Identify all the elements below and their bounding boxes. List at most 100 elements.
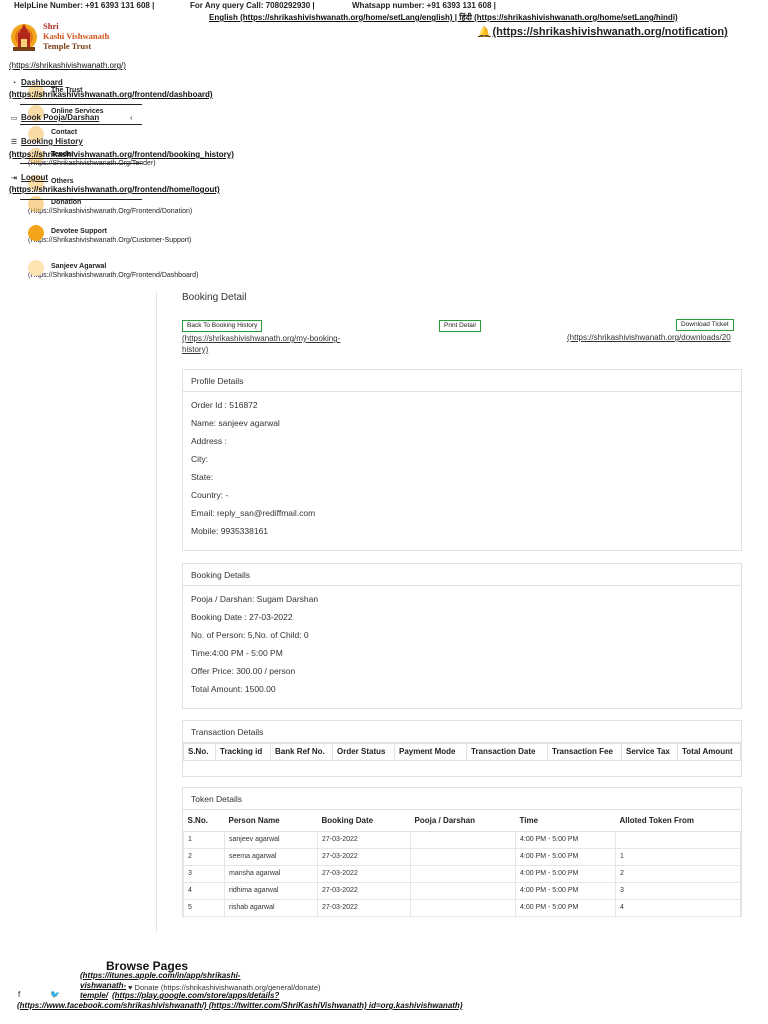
booking-row: Time:4:00 PM - 5:00 PM <box>191 648 283 658</box>
booking-row: Offer Price: 300.00 / person <box>191 666 296 676</box>
nav-donation[interactable]: Donation (Https://Shrikashivishwanath.Or… <box>28 196 192 216</box>
itunes-link[interactable]: (https://itunes.apple.com/in/app/shrikas… <box>80 971 240 980</box>
profile-row: Address : <box>191 436 227 446</box>
profile-row: Name: sanjeev agarwal <box>191 418 280 428</box>
temple-link[interactable]: temple/ <box>80 991 108 1000</box>
support-icon <box>28 225 44 241</box>
col-service-tax: Service Tax <box>621 743 678 761</box>
download-ticket-button[interactable]: Download Ticket <box>676 319 734 331</box>
col-booking-date: Booking Date <box>317 810 411 832</box>
booking-row: Pooja / Darshan: Sugam Darshan <box>191 594 319 604</box>
facebook-icon[interactable]: f <box>18 990 20 999</box>
col-sno: S.No. <box>183 810 225 832</box>
logo-line-1: Shri <box>43 21 59 31</box>
table-row: 5 rishab agarwal 27-03-2022 4:00 PM - 5:… <box>183 898 741 917</box>
nav-book-pooja[interactable]: ▭ Book Pooja/Darshan <box>9 113 100 124</box>
booking-row: No. of Person: 5,No. of Child: 0 <box>191 630 309 640</box>
cell-person-name: rishab agarwal <box>224 898 318 917</box>
cell-booking-date: 27-03-2022 <box>317 864 411 883</box>
cell-token: 1 <box>615 847 741 866</box>
cell-pooja <box>410 847 516 866</box>
cell-booking-date: 27-03-2022 <box>317 830 411 849</box>
table-row: 4 ridhima agarwal 27-03-2022 4:00 PM - 5… <box>183 881 741 900</box>
social-links[interactable]: (https://www.facebook.com/shrikashivishw… <box>17 1001 462 1010</box>
cell-pooja <box>410 881 516 900</box>
col-person-name: Person Name <box>224 810 318 832</box>
logout-url[interactable]: (https://shrikashivishwanath.org/fronten… <box>9 185 220 195</box>
itunes-link-cont[interactable]: vishwanath- <box>80 981 126 990</box>
dashboard-url[interactable]: (https://shrikashivishwanath.org/fronten… <box>9 90 213 100</box>
col-transaction-date: Transaction Date <box>466 743 548 761</box>
profile-details-heading: Profile Details <box>183 370 741 392</box>
cell-person-name: seema agarwal <box>224 847 318 866</box>
print-detail-button[interactable]: Print Detail <box>439 320 481 332</box>
monitor-icon: ▭ <box>10 115 18 122</box>
page-title: Booking Detail <box>182 292 247 303</box>
booking-history-url[interactable]: (https://shrikashivishwanath.org/fronten… <box>9 150 234 160</box>
cell-token: 2 <box>615 864 741 883</box>
twitter-icon[interactable]: 🐦 <box>50 990 60 999</box>
table-row: 3 mansha agarwal 27-03-2022 4:00 PM - 5:… <box>183 864 741 883</box>
cell-booking-date: 27-03-2022 <box>317 881 411 900</box>
col-bank-ref: Bank Ref No. <box>270 743 333 761</box>
back-to-booking-history-button[interactable]: Back To Booking History <box>182 320 263 332</box>
col-total-amount: Total Amount <box>677 743 741 761</box>
col-sno: S.No. <box>183 743 216 761</box>
booking-row: Total Amount: 1500.00 <box>191 684 276 694</box>
cell-token: 4 <box>615 898 741 917</box>
profile-details-body: Order Id : 516872 Name: sanjeev agarwal … <box>183 392 741 546</box>
whatsapp-text: Whatsapp number: +91 6393 131 608 | <box>352 1 496 10</box>
back-url[interactable]: (https://shrikashivishwanath.org/my-book… <box>182 333 347 355</box>
cell-time: 4:00 PM - 5:00 PM <box>515 847 616 866</box>
profile-row: Country: - <box>191 490 229 500</box>
cell-person-name: mansha agarwal <box>224 864 318 883</box>
cell-sno: 1 <box>183 830 225 849</box>
cell-person-name: sanjeev agarwal <box>224 830 318 849</box>
booking-row: Booking Date : 27-03-2022 <box>191 612 293 622</box>
col-time: Time <box>515 810 616 832</box>
cell-sno: 5 <box>183 898 225 917</box>
top-info-bar: HelpLine Number: +91 6393 131 608 | For … <box>0 0 768 12</box>
cell-booking-date: 27-03-2022 <box>317 847 411 866</box>
cell-token: 3 <box>615 881 741 900</box>
profile-row: Email: reply_san@rediffmail.com <box>191 508 316 518</box>
booking-details-card: Booking Details Pooja / Darshan: Sugam D… <box>182 563 742 709</box>
user-avatar-icon <box>28 260 44 276</box>
col-payment-mode: Payment Mode <box>394 743 467 761</box>
cell-pooja <box>410 830 516 849</box>
cell-person-name: ridhima agarwal <box>224 881 318 900</box>
col-pooja-darshan: Pooja / Darshan <box>410 810 516 832</box>
cell-pooja <box>410 898 516 917</box>
cell-sno: 2 <box>183 847 225 866</box>
nav-dashboard[interactable]: ◔ Dashboard <box>9 78 63 89</box>
notification-url: (https://shrikashivishwanath.org/notific… <box>492 26 728 38</box>
profile-details-card: Profile Details Order Id : 516872 Name: … <box>182 369 742 551</box>
cell-time: 4:00 PM - 5:00 PM <box>515 864 616 883</box>
profile-row: State: <box>191 472 214 482</box>
chevron-left-icon[interactable]: ‹ <box>130 113 133 122</box>
site-logo[interactable]: Shri Kashi Vishwanath Temple Trust <box>9 21 124 61</box>
logo-line-2: Kashi Vishwanath <box>43 31 110 41</box>
play-store-link[interactable]: (https://play.google.com/store/apps/deta… <box>112 991 279 1000</box>
notification-link[interactable]: 🔔 (https://shrikashivishwanath.org/notif… <box>478 26 728 38</box>
col-alloted-token: Alloted Token From <box>615 810 741 832</box>
col-transaction-fee: Transaction Fee <box>547 743 622 761</box>
download-url[interactable]: (https://shrikashivishwanath.org/downloa… <box>567 332 731 343</box>
nav-logout[interactable]: ⇥ Logout <box>9 173 48 184</box>
nav-divider <box>20 163 142 164</box>
token-details-heading: Token Details <box>183 788 741 810</box>
table-row: 1 sanjeev agarwal 27-03-2022 4:00 PM - 5… <box>183 830 741 849</box>
cell-sno: 4 <box>183 881 225 900</box>
nav-user-profile[interactable]: Sanjeev Agarwal (Https://Shrikashivishwa… <box>28 260 198 280</box>
transaction-details-heading: Transaction Details <box>183 721 741 743</box>
language-links[interactable]: English (https://shrikashivishwanath.org… <box>209 12 678 23</box>
logo-url[interactable]: (https://shrikashivishwanath.org/) <box>9 61 126 70</box>
query-call-text: For Any query Call: 7080292930 | <box>190 1 315 10</box>
nav-contact[interactable]: Contact <box>28 126 77 142</box>
logo-wordmark: Shri Kashi Vishwanath Temple Trust <box>43 21 109 51</box>
nav-divider <box>20 104 142 105</box>
nav-booking-history[interactable]: ☰ Booking History <box>9 137 83 148</box>
token-table: S.No. Person Name Booking Date Pooja / D… <box>183 810 741 917</box>
dashboard-icon: ◔ <box>11 80 17 87</box>
nav-devotee-support[interactable]: Devotee Support (Https://Shrikashivishwa… <box>28 225 208 245</box>
